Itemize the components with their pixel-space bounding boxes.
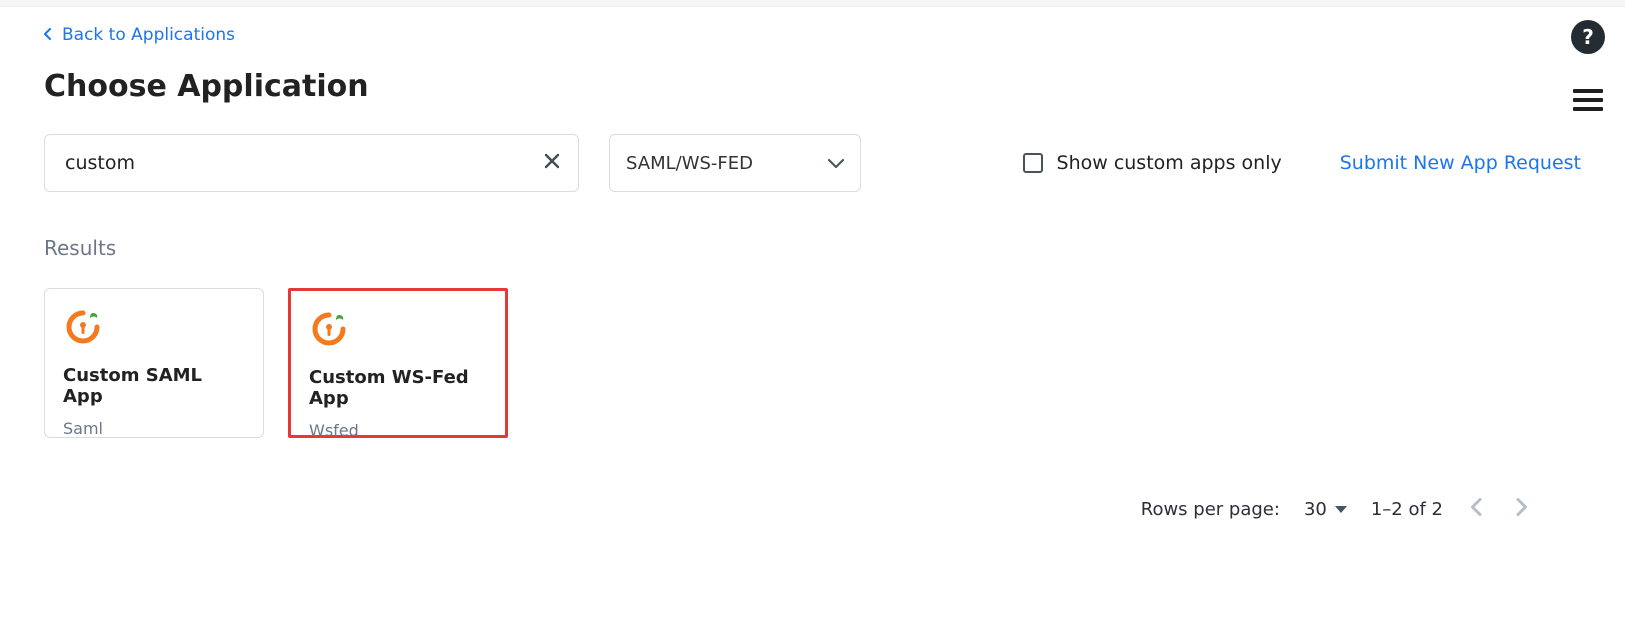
protocol-filter-value: SAML/WS-FED (626, 153, 753, 174)
app-card-type: Wsfed (309, 421, 487, 440)
clear-search-button[interactable] (539, 148, 565, 178)
rows-per-page-value: 30 (1304, 499, 1327, 520)
app-card-name: Custom WS-Fed App (309, 367, 487, 409)
rows-per-page-select[interactable]: 30 (1304, 499, 1347, 520)
search-field-wrap (44, 134, 579, 192)
chevron-left-icon (1471, 505, 1483, 520)
page-title: Choose Application (44, 69, 1581, 104)
rows-per-page-label: Rows per page: (1141, 499, 1280, 520)
menu-icon[interactable] (1573, 84, 1603, 116)
pagination: Rows per page: 30 1–2 of 2 (44, 494, 1531, 524)
top-strip (0, 0, 1625, 7)
chevron-left-icon (44, 25, 52, 45)
submit-new-app-link[interactable]: Submit New App Request (1340, 152, 1581, 174)
results-grid: Custom SAML App Saml Custom WS-Fed App W… (44, 288, 1581, 438)
app-card-type: Saml (63, 419, 245, 438)
caret-down-icon (1335, 506, 1347, 513)
back-link[interactable]: Back to Applications (44, 25, 235, 45)
chevron-down-icon (828, 153, 844, 174)
next-page-button[interactable] (1511, 494, 1531, 524)
back-link-label: Back to Applications (62, 25, 235, 45)
app-card-custom-wsfed[interactable]: Custom WS-Fed App Wsfed (288, 288, 508, 438)
prev-page-button[interactable] (1467, 494, 1487, 524)
checkbox-icon (1023, 153, 1043, 173)
app-card-custom-saml[interactable]: Custom SAML App Saml (44, 288, 264, 438)
filter-row: SAML/WS-FED Show custom apps only Submit… (44, 134, 1581, 192)
close-icon (543, 159, 561, 174)
protocol-filter-select[interactable]: SAML/WS-FED (609, 134, 861, 192)
app-icon (309, 309, 487, 349)
help-icon[interactable]: ? (1571, 20, 1605, 54)
chevron-right-icon (1515, 505, 1527, 520)
pagination-range: 1–2 of 2 (1371, 499, 1443, 520)
app-card-name: Custom SAML App (63, 365, 245, 407)
app-icon (63, 307, 245, 347)
results-heading: Results (44, 236, 1581, 260)
side-rail: ? (1571, 20, 1605, 116)
show-custom-only-toggle[interactable]: Show custom apps only (1023, 152, 1282, 174)
show-custom-only-label: Show custom apps only (1057, 152, 1282, 174)
search-input[interactable] (44, 134, 579, 192)
